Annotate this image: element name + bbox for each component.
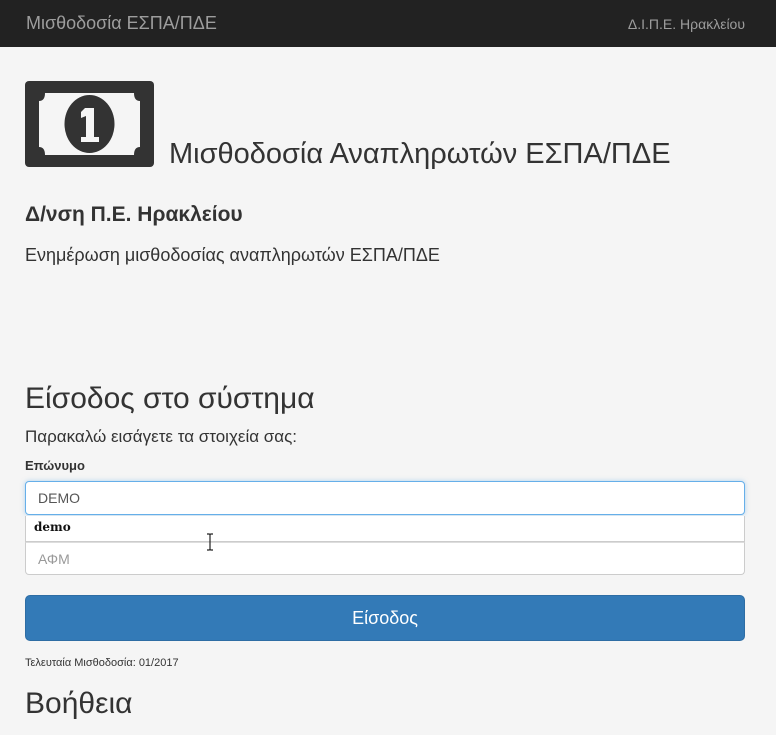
navbar-directorate-link[interactable]: Δ.Ι.Π.Ε. Ηρακλείου xyxy=(628,16,745,32)
main-container: Μισθοδοσία Αναπληρωτών ΕΣΠΑ/ΠΔΕ Δ/νση Π.… xyxy=(0,81,776,719)
money-bill-icon xyxy=(25,81,154,167)
page-description: Ενημέρωση μισθοδοσίας αναπληρωτών ΕΣΠΑ/Π… xyxy=(25,245,440,265)
login-prompt: Παρακαλώ εισάγετε τα στοιχεία σας: xyxy=(25,427,298,446)
autocomplete-suggestion[interactable]: demo xyxy=(25,516,745,542)
login-button[interactable]: Είσοδος xyxy=(25,595,745,641)
help-heading: Βοήθεια xyxy=(25,687,133,720)
surname-input[interactable] xyxy=(25,481,745,515)
login-heading: Είσοδος στο σύστημα xyxy=(25,382,315,415)
page-title: Μισθοδοσία Αναπληρωτών ΕΣΠΑ/ΠΔΕ xyxy=(169,138,671,170)
login-form: Επώνυμο demo Είσοδος xyxy=(25,458,745,641)
top-navbar: Μισθοδοσία ΕΣΠΑ/ΠΔΕ Δ.Ι.Π.Ε. Ηρακλείου xyxy=(0,0,776,47)
navbar-brand[interactable]: Μισθοδοσία ΕΣΠΑ/ΠΔΕ xyxy=(26,13,217,34)
text-cursor-icon xyxy=(207,533,213,551)
surname-label: Επώνυμο xyxy=(25,458,85,473)
hero-header: Μισθοδοσία Αναπληρωτών ΕΣΠΑ/ΠΔΕ xyxy=(25,81,745,170)
afm-input[interactable] xyxy=(25,542,745,575)
last-payroll-text: Τελευταία Μισθοδοσία: 01/2017 xyxy=(25,657,179,669)
directorate-subtitle: Δ/νση Π.Ε. Ηρακλείου xyxy=(25,203,243,226)
